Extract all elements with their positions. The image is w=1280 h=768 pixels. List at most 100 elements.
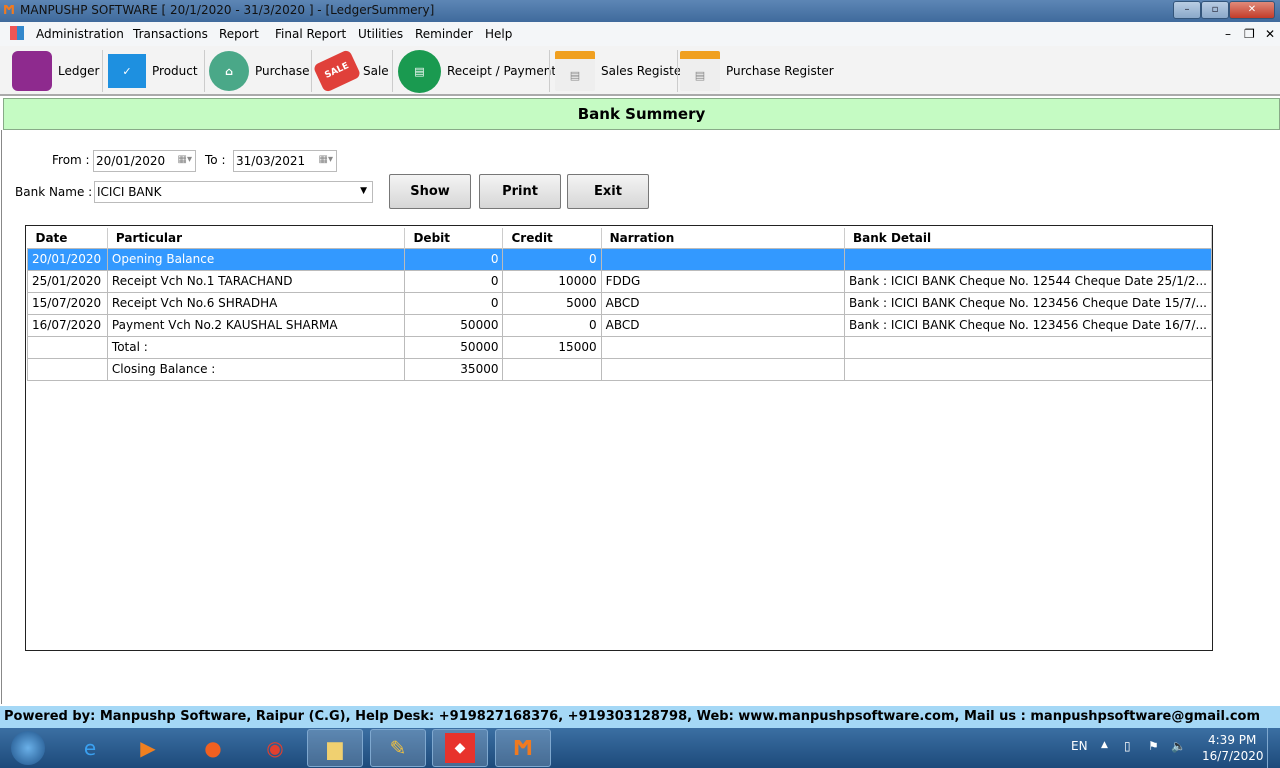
cell-bank-detail[interactable]: Bank : ICICI BANK Cheque No. 123456 Cheq…: [844, 313, 1212, 337]
cell-bank-detail[interactable]: Bank : ICICI BANK Cheque No. 123456 Cheq…: [844, 291, 1212, 315]
menu-administration[interactable]: Administration: [36, 27, 124, 41]
cell-narration[interactable]: FDDG: [600, 269, 846, 293]
cell-particular[interactable]: Closing Balance :: [106, 357, 406, 381]
mdi-app-icon[interactable]: [10, 26, 24, 40]
show-hidden-icons[interactable]: ▲: [1101, 740, 1108, 750]
taskbar-explorer[interactable]: ▆: [307, 729, 363, 767]
bank-name-select[interactable]: ICICI BANK ▼: [94, 181, 373, 203]
cell-date[interactable]: [27, 335, 108, 359]
cell-credit[interactable]: 15000: [502, 335, 602, 359]
toolbar-purchase-register-button[interactable]: ▤ Purchase Register: [680, 48, 834, 94]
clock-date[interactable]: 16/7/2020: [1202, 749, 1264, 763]
cell-debit[interactable]: 0: [404, 291, 504, 315]
table-row[interactable]: 15/07/2020 Receipt Vch No.6 SHRADHA 0 5000 A…: [27, 291, 1212, 315]
cell-debit[interactable]: 0: [404, 247, 504, 271]
clock-time[interactable]: 4:39 PM: [1208, 733, 1256, 747]
cell-particular[interactable]: Payment Vch No.2 KAUSHAL SHARMA: [106, 313, 406, 337]
taskbar-firefox[interactable]: ●: [185, 729, 241, 767]
cell-bank-detail[interactable]: [844, 335, 1212, 359]
cell-bank-detail[interactable]: [844, 357, 1212, 381]
toolbar-ledger-button[interactable]: Ledger: [12, 48, 99, 94]
mdi-minimize-button[interactable]: –: [1225, 27, 1231, 41]
toolbar-label: Sales Register: [601, 64, 687, 78]
cell-particular[interactable]: Receipt Vch No.6 SHRADHA: [106, 291, 406, 315]
toolbar-receipt-payment-button[interactable]: ▤ Receipt / Payment: [398, 48, 556, 94]
table-row[interactable]: Total :50000 15000: [27, 335, 1212, 359]
column-header-credit[interactable]: Credit: [502, 228, 602, 248]
taskbar-chrome[interactable]: ◉: [247, 729, 303, 767]
toolbar-label: Product: [152, 64, 198, 78]
cell-credit[interactable]: [502, 357, 602, 381]
cell-debit[interactable]: 50000: [404, 335, 504, 359]
cell-bank-detail[interactable]: Bank : ICICI BANK Cheque No. 12544 Chequ…: [844, 269, 1212, 293]
cell-narration[interactable]: [600, 357, 846, 381]
menu-transactions[interactable]: Transactions: [133, 27, 208, 41]
chrome-icon: ◉: [266, 736, 284, 760]
close-button[interactable]: ✕: [1229, 1, 1275, 19]
mdi-restore-button[interactable]: ❐: [1244, 27, 1255, 41]
cell-date[interactable]: 15/07/2020: [27, 291, 108, 315]
language-indicator[interactable]: EN: [1071, 739, 1088, 753]
table-row[interactable]: 25/01/2020 Receipt Vch No.1 TARACHAND 0 100…: [27, 269, 1212, 293]
taskbar-media-player[interactable]: ▶: [120, 729, 176, 767]
print-button[interactable]: Print: [479, 174, 561, 209]
column-header-bank-detail[interactable]: Bank Detail: [844, 228, 1212, 248]
toolbar-sales-register-button[interactable]: ▤ Sales Register: [555, 48, 686, 94]
cell-credit[interactable]: 5000: [502, 291, 602, 315]
taskbar-anydesk[interactable]: ◆: [432, 729, 488, 767]
minimize-button[interactable]: –: [1173, 1, 1201, 19]
action-center-flag-icon[interactable]: ⚑: [1148, 739, 1159, 753]
menu-utilities[interactable]: Utilities: [358, 27, 403, 41]
cell-particular[interactable]: Receipt Vch No.1 TARACHAND: [106, 269, 406, 293]
cell-debit[interactable]: 35000: [404, 357, 504, 381]
column-header-debit[interactable]: Debit: [404, 228, 504, 248]
table-row[interactable]: 16/07/2020 Payment Vch No.2 KAUSHAL SHARM…: [27, 313, 1212, 337]
cell-bank-detail[interactable]: [844, 247, 1212, 271]
cell-narration[interactable]: [600, 335, 846, 359]
cell-credit[interactable]: 0: [502, 247, 602, 271]
cell-date[interactable]: 16/07/2020: [27, 313, 108, 337]
exit-button[interactable]: Exit: [567, 174, 649, 209]
cell-particular[interactable]: Total :: [106, 335, 406, 359]
cell-date[interactable]: 25/01/2020: [27, 269, 108, 293]
from-date-value: 20/01/2020: [96, 154, 166, 168]
menu-report[interactable]: Report: [219, 27, 259, 41]
network-icon[interactable]: ▯: [1124, 739, 1131, 753]
toolbar-purchase-button[interactable]: ⌂ Purchase: [209, 48, 310, 94]
cell-debit[interactable]: 50000: [404, 313, 504, 337]
show-desktop-button[interactable]: [1267, 728, 1280, 768]
toolbar-product-button[interactable]: ✓ Product: [108, 48, 198, 94]
to-date-picker[interactable]: 31/03/2021 ▦▾: [233, 150, 337, 172]
cell-date[interactable]: [27, 357, 108, 381]
cell-date[interactable]: 20/01/2020: [27, 247, 108, 271]
volume-icon[interactable]: 🔈: [1171, 739, 1186, 753]
cell-credit[interactable]: 10000: [502, 269, 602, 293]
taskbar-ie[interactable]: e: [62, 729, 118, 767]
cell-narration[interactable]: [600, 247, 846, 271]
taskbar-paint[interactable]: ✎: [370, 729, 426, 767]
mdi-close-button[interactable]: ✕: [1265, 27, 1275, 41]
show-button[interactable]: Show: [389, 174, 471, 209]
toolbar-sale-button[interactable]: SALE Sale: [312, 48, 389, 94]
calendar-dropdown-icon[interactable]: ▦▾: [178, 154, 192, 165]
maximize-button[interactable]: ▫: [1201, 1, 1229, 19]
menu-help[interactable]: Help: [485, 27, 512, 41]
column-header-particular[interactable]: Particular: [107, 228, 406, 248]
cell-narration[interactable]: ABCD: [600, 313, 846, 337]
calendar-dropdown-icon[interactable]: ▦▾: [319, 154, 333, 165]
column-header-date[interactable]: Date: [27, 228, 108, 248]
cell-debit[interactable]: 0: [404, 269, 504, 293]
column-header-narration[interactable]: Narration: [601, 228, 846, 248]
cell-narration[interactable]: ABCD: [600, 291, 846, 315]
from-date-picker[interactable]: 20/01/2020 ▦▾: [93, 150, 196, 172]
table-row[interactable]: 20/01/2020 Opening Balance 0 0: [27, 247, 1212, 271]
start-button[interactable]: [2, 729, 54, 767]
cell-particular[interactable]: Opening Balance: [106, 247, 406, 271]
toolbar-separator: [311, 50, 312, 92]
table-row[interactable]: Closing Balance :35000: [27, 357, 1212, 381]
taskbar-manpushp[interactable]: Ϻ: [495, 729, 551, 767]
cell-credit[interactable]: 0: [502, 313, 602, 337]
menu-reminder[interactable]: Reminder: [415, 27, 473, 41]
menu-final-report[interactable]: Final Report: [275, 27, 346, 41]
from-label: From :: [52, 153, 90, 167]
